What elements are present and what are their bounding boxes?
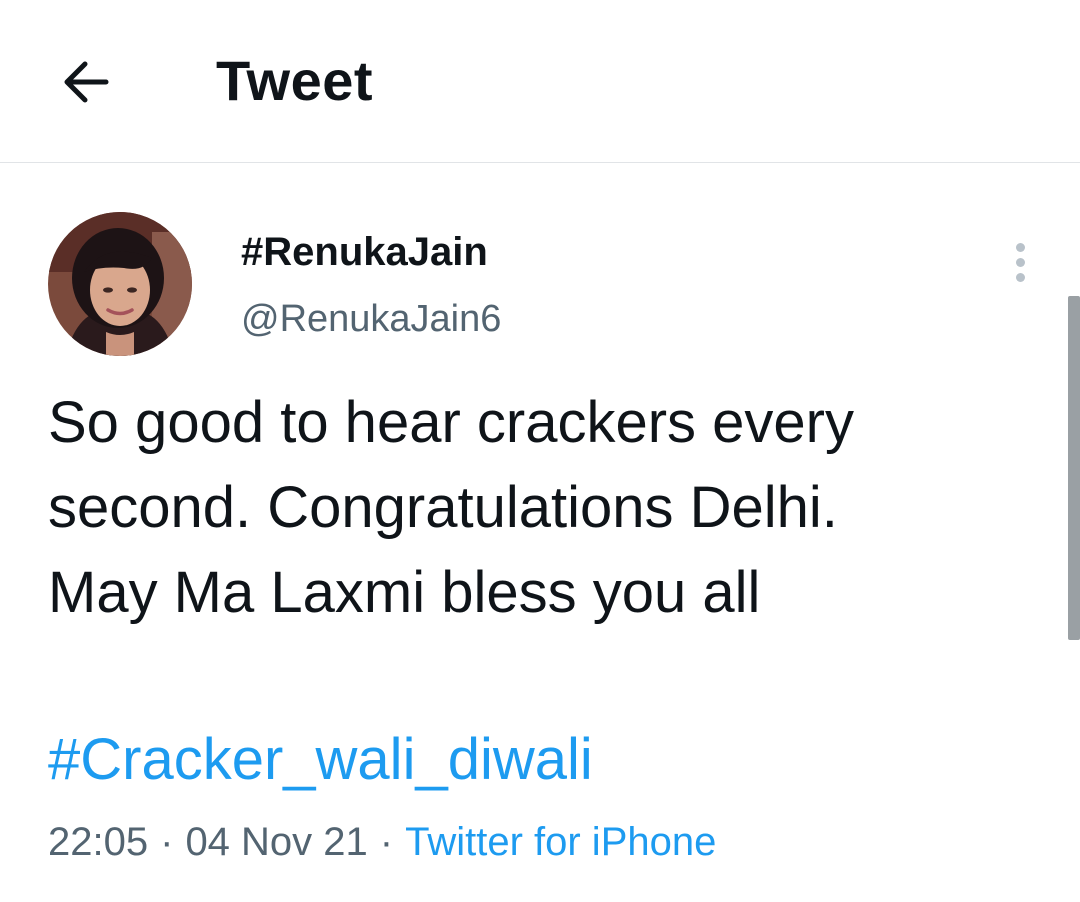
profile-photo (48, 212, 192, 356)
author-avatar[interactable] (48, 212, 192, 356)
tweet-detail-screen: Tweet #RenukaJain @RenukaJain6 So good t… (0, 0, 1080, 902)
vertical-dots-icon-dot (1015, 257, 1025, 267)
hashtag-link[interactable]: #Cracker_wali_diwali (48, 720, 593, 800)
meta-separator: · (160, 820, 174, 864)
author-display-name[interactable]: #RenukaJain (241, 226, 488, 278)
more-options-button[interactable] (996, 234, 1044, 290)
scrollbar-thumb[interactable] (1068, 296, 1080, 640)
tweet-date: 04 Nov 21 (185, 820, 368, 864)
top-app-bar: Tweet (0, 0, 1080, 163)
page-title: Tweet (216, 49, 374, 112)
author-handle[interactable]: @RenukaJain6 (241, 293, 501, 345)
tweet-time: 22:05 (48, 820, 149, 864)
arrow-left-icon (64, 61, 109, 103)
back-button[interactable] (48, 44, 124, 120)
vertical-dots-icon (1015, 242, 1025, 252)
tweet-text: So good to hear crackers every second. C… (48, 390, 854, 625)
vertical-dots-icon-dot (1015, 272, 1025, 282)
tweet-metadata: 22:05 · 04 Nov 21 · Twitter for iPhone (48, 812, 716, 872)
meta-separator: · (379, 820, 394, 864)
tweet-source-link[interactable]: Twitter for iPhone (405, 820, 716, 864)
